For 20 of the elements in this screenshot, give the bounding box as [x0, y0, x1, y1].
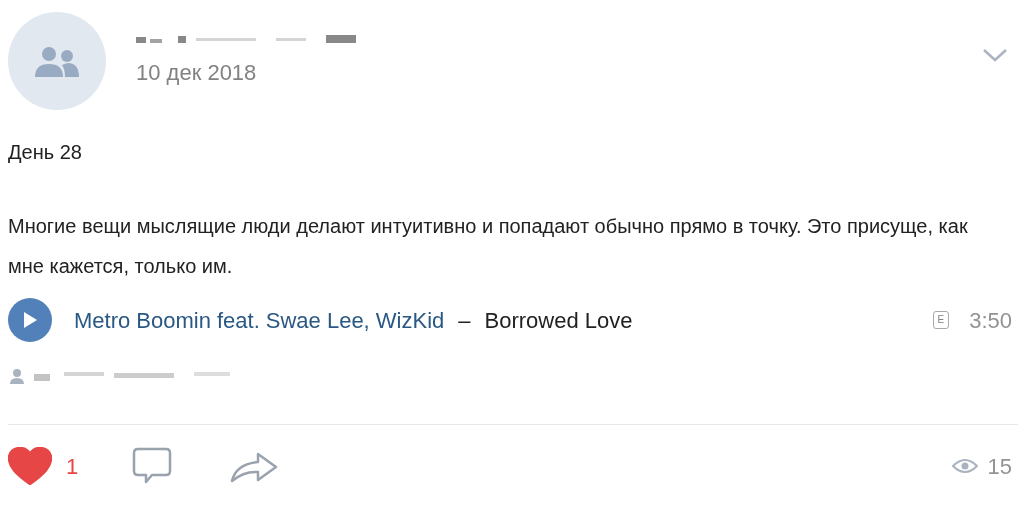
person-icon	[10, 368, 24, 384]
comment-icon[interactable]	[132, 447, 173, 485]
post-text: Многие вещи мыслящие люди делают интуитивно и попадают обычно прямо в точку. Это присуще, как мне кажется, только им.	[8, 214, 969, 279]
like-button[interactable]: 1	[8, 447, 79, 485]
audio-duration: 3:50	[969, 306, 1012, 335]
chevron-down-icon[interactable]	[982, 48, 1008, 62]
post-title: День 28	[8, 140, 83, 165]
views-count: 15	[987, 452, 1012, 481]
audio-separator: –	[458, 306, 471, 335]
people-icon	[35, 45, 79, 77]
audio-guests[interactable]: Swae Lee, WizKid	[265, 303, 445, 337]
explicit-badge: E	[932, 311, 950, 329]
eye-icon	[951, 458, 978, 474]
audio-feat: feat.	[216, 306, 260, 335]
play-button[interactable]	[8, 298, 52, 342]
audio-artist[interactable]: Metro Boomin	[74, 303, 211, 337]
audio-title: Borrowed Love	[484, 306, 633, 335]
play-icon	[22, 311, 38, 329]
post-date[interactable]: 10 дек 2018	[136, 56, 361, 89]
heart-icon	[8, 447, 52, 485]
